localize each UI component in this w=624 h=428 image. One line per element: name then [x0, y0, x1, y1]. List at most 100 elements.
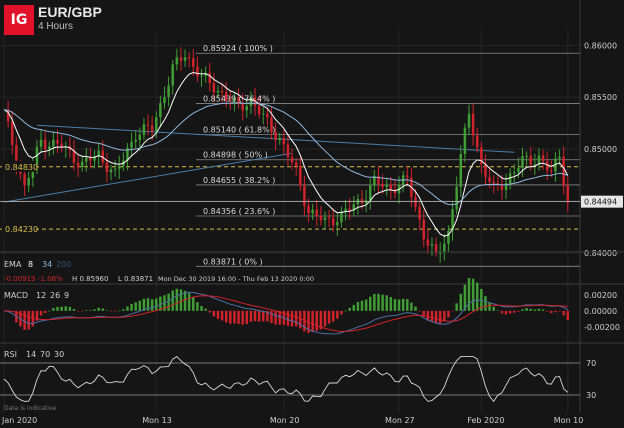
macd-histogram-bar [52, 308, 55, 311]
candle-body [463, 127, 467, 154]
candle-body [471, 113, 475, 136]
candle-body [278, 137, 281, 141]
candle-body [146, 124, 150, 126]
horizontal-level-label: 0.84230 [5, 225, 38, 234]
macd-histogram-bar [373, 293, 376, 311]
candle-body [159, 103, 162, 118]
macd-histogram-bar [224, 310, 228, 323]
candle-body [434, 244, 438, 253]
ema-legend-value: H 0.85960 [72, 275, 108, 283]
horizontal-level-label: 0.84830 [5, 163, 38, 172]
candle-body [262, 113, 265, 115]
ema-legend-label: EMA [4, 260, 22, 269]
candle-body [134, 140, 137, 142]
candle-body [138, 134, 142, 141]
macd-histogram-bar [212, 310, 216, 317]
macd-histogram-bar [500, 310, 504, 314]
candle-body [327, 217, 331, 219]
macd-histogram-bar [204, 308, 207, 311]
macd-histogram-bar [418, 310, 421, 312]
time-tick-label: Mon 20 [270, 416, 300, 425]
time-tick-label: Mon 27 [385, 416, 415, 425]
candle-body [48, 146, 51, 150]
candle-body [459, 153, 463, 187]
time-tick-label: Mon 13 [142, 416, 172, 425]
macd-histogram-bar [171, 290, 174, 311]
macd-histogram-bar [558, 310, 561, 312]
macd-histogram-bar [257, 310, 261, 322]
candle-body [484, 163, 487, 178]
macd-histogram-bar [533, 309, 537, 311]
macd-histogram-bar [492, 306, 495, 311]
macd-histogram-bar [23, 310, 26, 330]
macd-histogram-bar [113, 310, 117, 312]
macd-histogram-bar [249, 310, 253, 322]
macd-histogram-bar [93, 309, 96, 311]
candle-body [537, 155, 541, 165]
macd-histogram-bar [64, 306, 67, 311]
candle-body [80, 161, 84, 168]
macd-histogram-bar [385, 295, 388, 311]
macd-histogram-bar [60, 306, 63, 311]
candle-body [336, 221, 339, 226]
macd-histogram-bar [315, 310, 318, 331]
candle-body [430, 244, 434, 246]
timeframe-label: 4 Hours [38, 21, 74, 32]
candle-body [492, 181, 495, 184]
candle-body [241, 103, 244, 111]
fib-level-label: 0.84356 ( 23.6% ) [203, 207, 275, 216]
candle-body [196, 66, 199, 77]
macd-histogram-bar [72, 308, 76, 311]
fib-level-label: 0.84655 ( 38.2% ) [203, 176, 275, 185]
macd-histogram-bar [241, 310, 244, 325]
candle-body [438, 252, 442, 254]
candle-body [488, 177, 491, 182]
macd-histogram-bar [175, 288, 179, 311]
macd-histogram-bar [101, 308, 104, 311]
macd-histogram-bar [554, 310, 557, 313]
macd-histogram-bar [89, 310, 92, 311]
macd-histogram-bar [192, 297, 195, 311]
candle-body [56, 139, 59, 144]
candle-body [303, 185, 306, 206]
candle-body [455, 186, 458, 210]
candle-body [257, 105, 261, 115]
candle-body [183, 57, 187, 61]
candle-body [175, 57, 179, 65]
rsi-tick-label: 70 [586, 359, 596, 368]
candle-body [23, 173, 26, 186]
macd-histogram-bar [504, 310, 508, 315]
macd-histogram-bar [331, 310, 335, 322]
candle-body [414, 197, 417, 208]
macd-histogram-bar [200, 306, 203, 311]
macd-histogram-bar [130, 303, 133, 311]
ema-legend-value: Mon Dec 30 2019 16:00 - Thu Feb 13 2020 … [158, 275, 314, 283]
candle-body [113, 168, 117, 170]
candle-body [187, 57, 191, 59]
candle-body [500, 185, 504, 190]
macd-histogram-bar [286, 310, 290, 326]
macd-histogram-bar [377, 293, 380, 311]
time-tick-label: Jan 2020 [1, 416, 37, 425]
macd-histogram-bar [117, 310, 121, 312]
macd-histogram-bar [438, 310, 442, 324]
candle-body [315, 209, 318, 217]
macd-histogram-bar [381, 294, 384, 311]
macd-histogram-bar [389, 297, 393, 311]
macd-histogram-bar [356, 301, 360, 311]
macd-histogram-bar [550, 310, 553, 314]
macd-tick-label: -0.00200 [584, 323, 620, 332]
macd-histogram-bar [270, 310, 273, 323]
candle-body [550, 170, 553, 172]
ig-logo: IG [4, 5, 34, 35]
candle-body [212, 82, 216, 93]
time-tick-label: Mon 10 [554, 416, 584, 425]
rsi-param: 70 [40, 350, 50, 359]
fib-level-label: 0.85439 ( 76.4% ) [203, 95, 275, 104]
price-tick-label: 0.86000 [584, 41, 617, 50]
candle-body [513, 172, 516, 174]
macd-histogram-bar [39, 310, 43, 316]
rsi-label: RSI [4, 350, 17, 359]
fib-level-label: 0.85140 ( 61.8% ) [203, 126, 275, 135]
candle-body [545, 161, 549, 171]
